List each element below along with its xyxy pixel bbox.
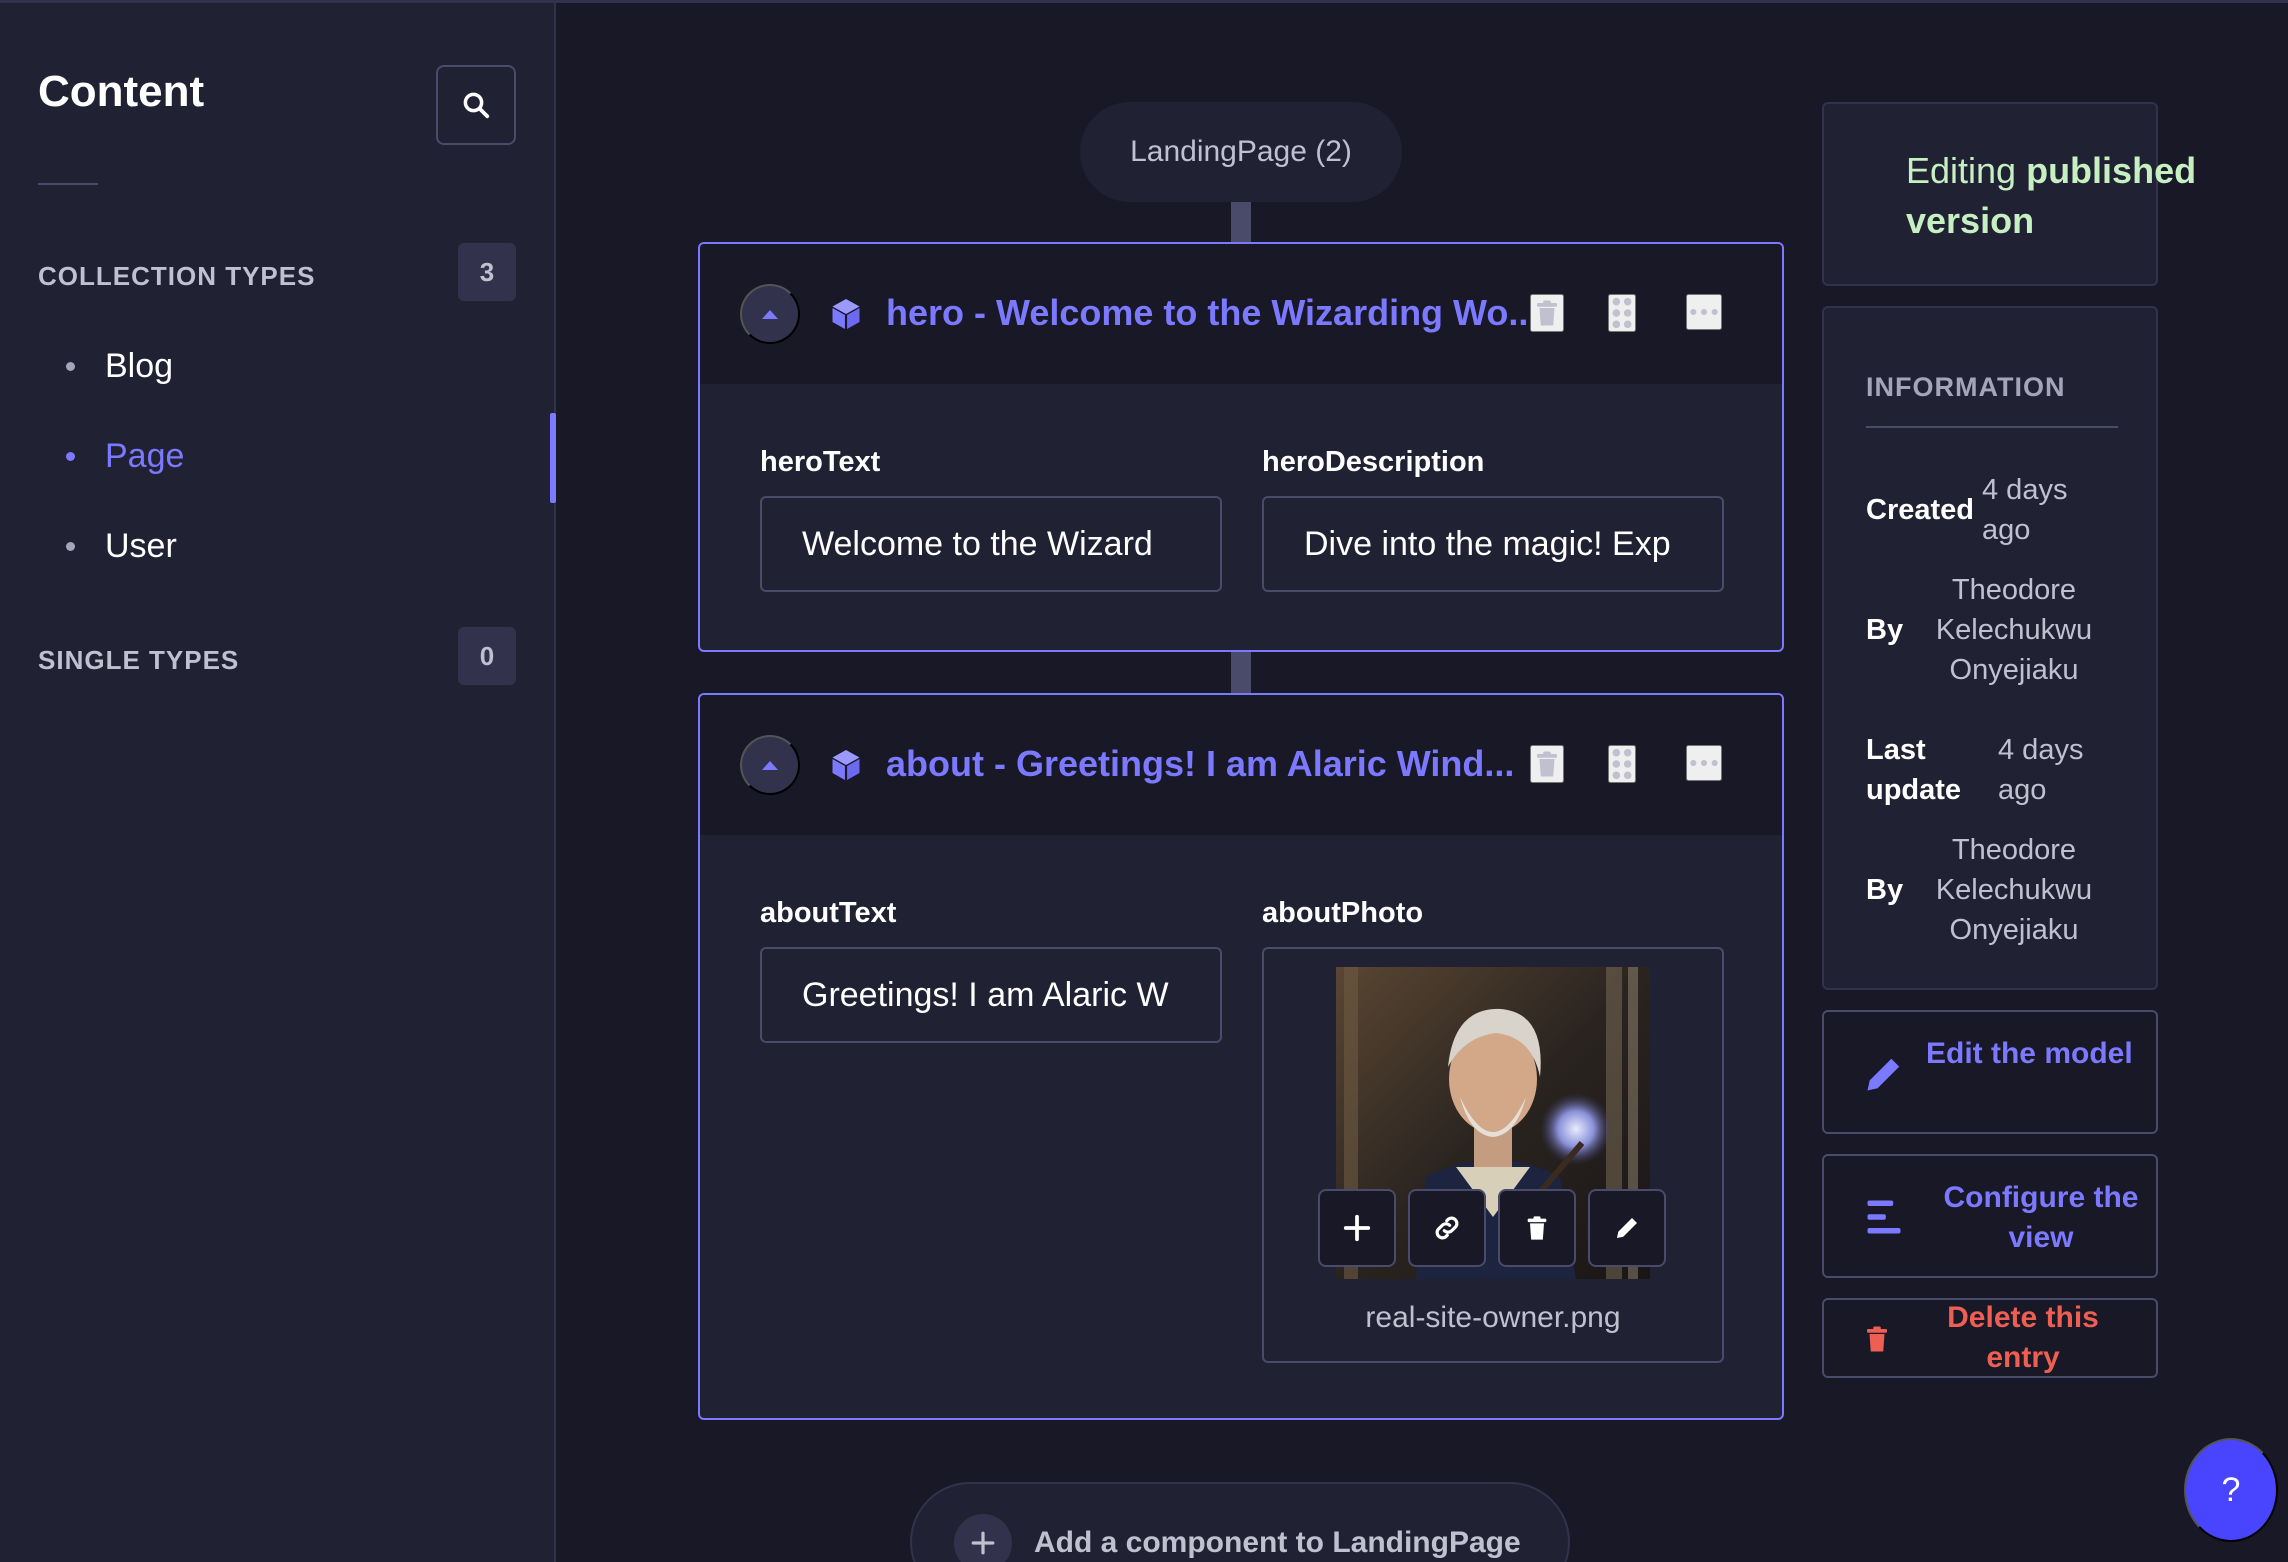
zone-connector [1231,652,1251,694]
last-update-value: 4 days ago [1998,734,2084,806]
trash-icon [1527,1216,1547,1240]
dynamic-zone-label: LandingPage (2) [1080,102,1402,202]
created-value: 4 days ago [1982,474,2068,546]
more-actions-button[interactable] [1686,745,1722,781]
component-header[interactable]: hero - Welcome to the Wizarding Wo... [700,244,1782,384]
plus-icon [1343,1214,1371,1242]
search-icon [463,92,490,119]
more-horizontal-icon [1690,759,1718,767]
bullet-icon [66,542,75,551]
chevron-up-icon [762,310,778,319]
hero-description-input[interactable]: Dive into the magic! Exp [1262,496,1724,592]
collapse-toggle-button[interactable] [740,284,800,344]
zone-connector [1231,202,1251,244]
sidebar-item-label: Blog [105,347,174,385]
about-photo-label: aboutPhoto [1262,897,1424,929]
cube-icon [832,750,860,780]
component-title[interactable]: about - Greetings! I am Alaric Wind... [886,743,1514,785]
more-actions-button[interactable] [1686,294,1722,330]
collection-types-count: 3 [458,243,516,301]
add-component-button[interactable]: Add a component to LandingPage [910,1482,1570,1562]
chevron-up-icon [762,761,778,770]
drag-handle-button[interactable] [1608,745,1636,783]
single-types-heading[interactable]: SINGLE TYPES [38,645,239,676]
pencil-icon [1617,1218,1637,1238]
created-label: Created [1866,494,1974,526]
sidebar-item-label: User [105,527,177,565]
last-update-label: Last update [1866,734,1962,806]
sidebar-item-user[interactable]: User [66,527,177,566]
single-types-count: 0 [458,627,516,685]
trash-icon [1537,300,1557,326]
hero-text-input[interactable]: Welcome to the Wizard [760,496,1222,592]
more-horizontal-icon [1690,308,1718,316]
help-button[interactable]: ? [2184,1438,2278,1542]
component-title[interactable]: hero - Welcome to the Wizarding Wo... [886,292,1538,334]
publication-status-box: Editing published version [1822,102,2196,286]
edit-media-button[interactable] [1588,1189,1666,1267]
about-text-label: aboutText [760,897,897,929]
content-sidebar: Content COLLECTION TYPES 3 Blog Page Use… [0,3,556,1562]
publication-status: Editing published version [1906,146,2226,246]
information-panel: INFORMATION Created 4 days ago By Theodo… [1822,306,2158,990]
about-component: about - Greetings! I am Alaric Wind... a… [698,693,1784,1420]
configure-view-label: Configure the view [1943,1181,2139,1254]
delete-component-button[interactable] [1530,745,1564,783]
drag-handle-icon [1612,748,1632,780]
information-divider [1866,426,2118,428]
media-actions [1318,1189,1666,1267]
sidebar-item-blog[interactable]: Blog [66,347,173,386]
drag-handle-button[interactable] [1608,294,1636,332]
status-prefix: Editing [1906,150,2027,191]
delete-entry-label: Delete this entry [1947,1301,2099,1374]
hero-description-label: heroDescription [1262,446,1485,478]
delete-component-button[interactable] [1530,294,1564,332]
sidebar-item-label: Page [105,437,185,475]
bullet-icon [66,362,75,371]
hero-component: hero - Welcome to the Wizarding Wo... he… [698,242,1784,652]
delete-media-button[interactable] [1498,1189,1576,1267]
information-heading: INFORMATION [1866,372,2066,402]
add-component-label: Add a component to LandingPage [1034,1526,1521,1559]
hero-text-label: heroText [760,446,881,478]
sidebar-search-button[interactable] [436,65,516,145]
created-by-label: By [1866,614,1904,646]
created-by-value: Theodore Kelechukwu Onyejiaku [1935,574,2093,686]
collection-types-heading[interactable]: COLLECTION TYPES [38,261,315,292]
cube-icon [832,299,860,329]
media-file-name: real-site-owner.png [1365,1301,1621,1334]
collapse-toggle-button[interactable] [740,735,800,795]
plus-circle-icon [954,1514,1012,1562]
trash-icon [1537,751,1557,777]
add-media-button[interactable] [1318,1189,1396,1267]
sidebar-active-indicator [550,413,556,503]
edit-model-button[interactable]: Edit the model [1822,1010,2158,1134]
sidebar-title: Content [38,67,205,116]
link-icon [1435,1216,1459,1240]
component-header[interactable]: about - Greetings! I am Alaric Wind... [700,695,1782,835]
trash-icon [1862,1322,1892,1356]
pencil-icon [1862,1052,1906,1096]
list-settings-icon [1862,1194,1906,1240]
configure-view-button[interactable]: Configure the view [1822,1154,2158,1278]
edit-model-label: Edit the model [1926,1037,2133,1070]
updated-by-label: By [1866,874,1904,906]
sidebar-item-page[interactable]: Page [66,437,184,476]
drag-handle-icon [1612,297,1632,329]
copy-link-button[interactable] [1408,1189,1486,1267]
about-text-input[interactable]: Greetings! I am Alaric W [760,947,1222,1043]
delete-entry-button[interactable]: Delete this entry [1822,1298,2158,1378]
updated-by-value: Theodore Kelechukwu Onyejiaku [1935,834,2093,946]
media-field: real-site-owner.png [1262,947,1724,1363]
bullet-icon [66,452,75,461]
sidebar-divider [38,183,98,185]
